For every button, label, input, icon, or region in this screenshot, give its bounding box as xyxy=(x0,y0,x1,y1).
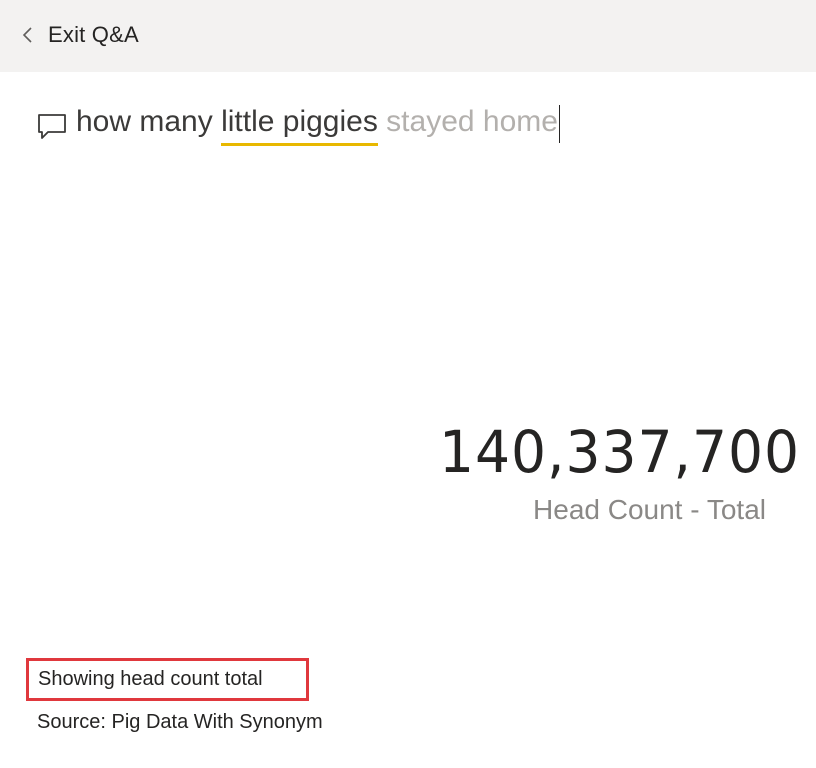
qa-question-input[interactable]: how many little piggies stayed home xyxy=(76,105,561,146)
result-description: Showing head count total xyxy=(38,668,263,690)
result-description-box: Showing head count total xyxy=(26,658,309,701)
card-value: 140,337,700 xyxy=(439,418,800,486)
card-label: Head Count - Total xyxy=(533,494,766,525)
question-text: how many xyxy=(76,105,222,138)
question-suggestion-text: stayed home xyxy=(377,105,558,138)
chat-bubble-icon xyxy=(38,114,66,139)
text-caret xyxy=(558,105,561,143)
source-label: Source: Pig Data With Synonym xyxy=(37,711,323,733)
exit-qa-button[interactable]: Exit Q&A xyxy=(18,18,139,52)
question-recognized-term[interactable]: little piggies xyxy=(221,105,378,146)
qa-question-row: how many little piggies stayed home xyxy=(36,98,561,150)
top-bar: Exit Q&A xyxy=(0,0,816,72)
exit-qa-label: Exit Q&A xyxy=(48,22,139,47)
chevron-left-icon xyxy=(22,27,32,43)
